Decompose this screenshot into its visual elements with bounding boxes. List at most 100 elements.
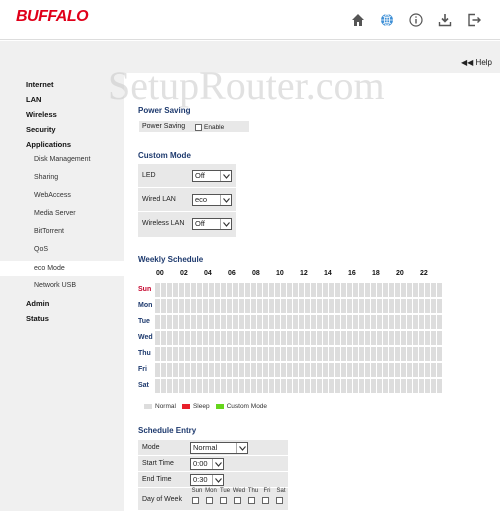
legend-item: Custom Mode: [215, 403, 268, 410]
sidebar-item-admin[interactable]: Admin: [26, 299, 49, 308]
sidebar-item-eco-mode[interactable]: eco Mode: [34, 265, 65, 272]
start-time-select[interactable]: 0:00: [190, 458, 224, 470]
schedule-row-thu: [155, 347, 443, 361]
mode-select-value: Normal: [193, 443, 218, 452]
sidebar-item-bittorrent[interactable]: BitTorrent: [34, 228, 64, 235]
start-time-row: Start Time 0:00: [138, 456, 288, 472]
schedule-cell[interactable]: [437, 299, 443, 313]
chevron-down-icon: [220, 219, 231, 229]
legend-swatch: [144, 404, 152, 409]
wired-lan-select-value: eco: [195, 195, 208, 204]
dow-checkbox-tue[interactable]: [220, 497, 227, 504]
sidebar-item-lan[interactable]: LAN: [26, 95, 41, 104]
led-select-value: Off: [195, 171, 205, 180]
hour-label: 22: [420, 270, 428, 277]
chevron-down-icon: [236, 443, 247, 453]
day-label-sat: Sat: [138, 382, 149, 389]
hour-label: 02: [180, 270, 188, 277]
dow-label: Mon: [205, 488, 217, 494]
day-label-fri: Fri: [138, 366, 147, 373]
info-icon[interactable]: [401, 10, 430, 30]
mode-select[interactable]: Normal: [190, 442, 248, 454]
day-label-sun: Sun: [138, 286, 152, 293]
wired-lan-select[interactable]: eco: [192, 194, 232, 206]
main-content: Power Saving Power Saving Enable Custom …: [124, 73, 500, 511]
sidebar-item-applications[interactable]: Applications: [26, 140, 71, 149]
custom-mode-title: Custom Mode: [138, 151, 191, 160]
day-of-week-labels: Sun Mon Tue Wed Thu Fri Sat: [190, 488, 288, 494]
hour-label: 12: [300, 270, 308, 277]
sidebar-item-qos[interactable]: QoS: [34, 246, 48, 253]
legend-label: Normal: [155, 403, 176, 410]
power-saving-title: Power Saving: [138, 106, 191, 115]
schedule-cell[interactable]: [437, 315, 443, 329]
power-saving-row: Power Saving Enable: [138, 120, 250, 133]
sidebar-item-status[interactable]: Status: [26, 314, 49, 323]
schedule-cell[interactable]: [437, 331, 443, 345]
download-icon[interactable]: [430, 10, 459, 30]
start-time-label: Start Time: [142, 460, 174, 467]
sidebar-item-webaccess[interactable]: WebAccess: [34, 192, 71, 199]
schedule-cell[interactable]: [437, 347, 443, 361]
legend-swatch: [181, 404, 190, 409]
mode-row: Mode Normal: [138, 440, 288, 456]
help-link[interactable]: ◀◀ Help: [461, 58, 492, 67]
schedule-cell[interactable]: [437, 283, 443, 297]
dow-label: Sun: [191, 488, 203, 494]
hour-label: 20: [396, 270, 404, 277]
legend-label: Custom Mode: [226, 403, 268, 410]
help-label: Help: [475, 58, 492, 67]
hour-label: 04: [204, 270, 212, 277]
schedule-row-fri: [155, 363, 443, 377]
legend-swatch: [215, 404, 224, 409]
day-label-tue: Tue: [138, 318, 150, 325]
dow-checkbox-mon[interactable]: [206, 497, 213, 504]
end-time-value: 0:30: [193, 475, 208, 484]
header-band: [0, 41, 500, 73]
dow-label: Wed: [232, 488, 246, 494]
schedule-cell[interactable]: [437, 379, 443, 393]
wireless-lan-label: Wireless LAN: [142, 220, 185, 227]
schedule-row-mon: [155, 299, 443, 313]
sidebar-item-internet[interactable]: Internet: [26, 80, 54, 89]
sidebar-item-security[interactable]: Security: [26, 125, 56, 134]
chevron-down-icon: [220, 171, 231, 181]
wireless-lan-select[interactable]: Off: [192, 218, 232, 230]
chevron-down-icon: [212, 475, 223, 485]
day-label-wed: Wed: [138, 334, 153, 341]
dow-checkbox-sat[interactable]: [276, 497, 283, 504]
schedule-entry-title: Schedule Entry: [138, 426, 197, 435]
sidebar-item-sharing[interactable]: Sharing: [34, 174, 58, 181]
led-select[interactable]: Off: [192, 170, 232, 182]
power-saving-enable-checkbox[interactable]: [195, 124, 202, 131]
sidebar-item-wireless[interactable]: Wireless: [26, 110, 57, 119]
legend-item: Normal: [144, 403, 176, 410]
dow-label: Thu: [247, 488, 259, 494]
dow-checkbox-fri[interactable]: [262, 497, 269, 504]
dow-checkbox-thu[interactable]: [248, 497, 255, 504]
dow-label: Fri: [263, 488, 271, 494]
schedule-cell[interactable]: [437, 363, 443, 377]
day-of-week-label: Day of Week: [142, 496, 182, 503]
home-icon[interactable]: [343, 10, 372, 30]
sidebar-item-network-usb[interactable]: Network USB: [34, 282, 76, 289]
brand-logo: BUFFALO: [16, 8, 89, 25]
day-of-week-checkboxes: [192, 497, 290, 504]
dow-checkbox-sun[interactable]: [192, 497, 199, 504]
power-saving-enable-label: Enable: [204, 123, 225, 131]
end-time-label: End Time: [142, 476, 172, 483]
hour-label: 10: [276, 270, 284, 277]
sidebar-item-disk-management[interactable]: Disk Management: [34, 156, 90, 163]
dow-checkbox-wed[interactable]: [234, 497, 241, 504]
hour-label: 08: [252, 270, 260, 277]
logout-icon[interactable]: [459, 10, 488, 30]
custom-mode-table: LED Off Wired LAN eco Wireless LAN Off: [138, 164, 236, 237]
sidebar-item-media-server[interactable]: Media Server: [34, 210, 76, 217]
custom-mode-row-led: LED Off: [138, 164, 236, 188]
custom-mode-row-wireless-lan: Wireless LAN Off: [138, 212, 236, 236]
schedule-row-tue: [155, 315, 443, 329]
end-time-select[interactable]: 0:30: [190, 474, 224, 486]
globe-icon[interactable]: [372, 10, 401, 30]
legend-label: Sleep: [192, 403, 210, 410]
hour-label: 14: [324, 270, 332, 277]
